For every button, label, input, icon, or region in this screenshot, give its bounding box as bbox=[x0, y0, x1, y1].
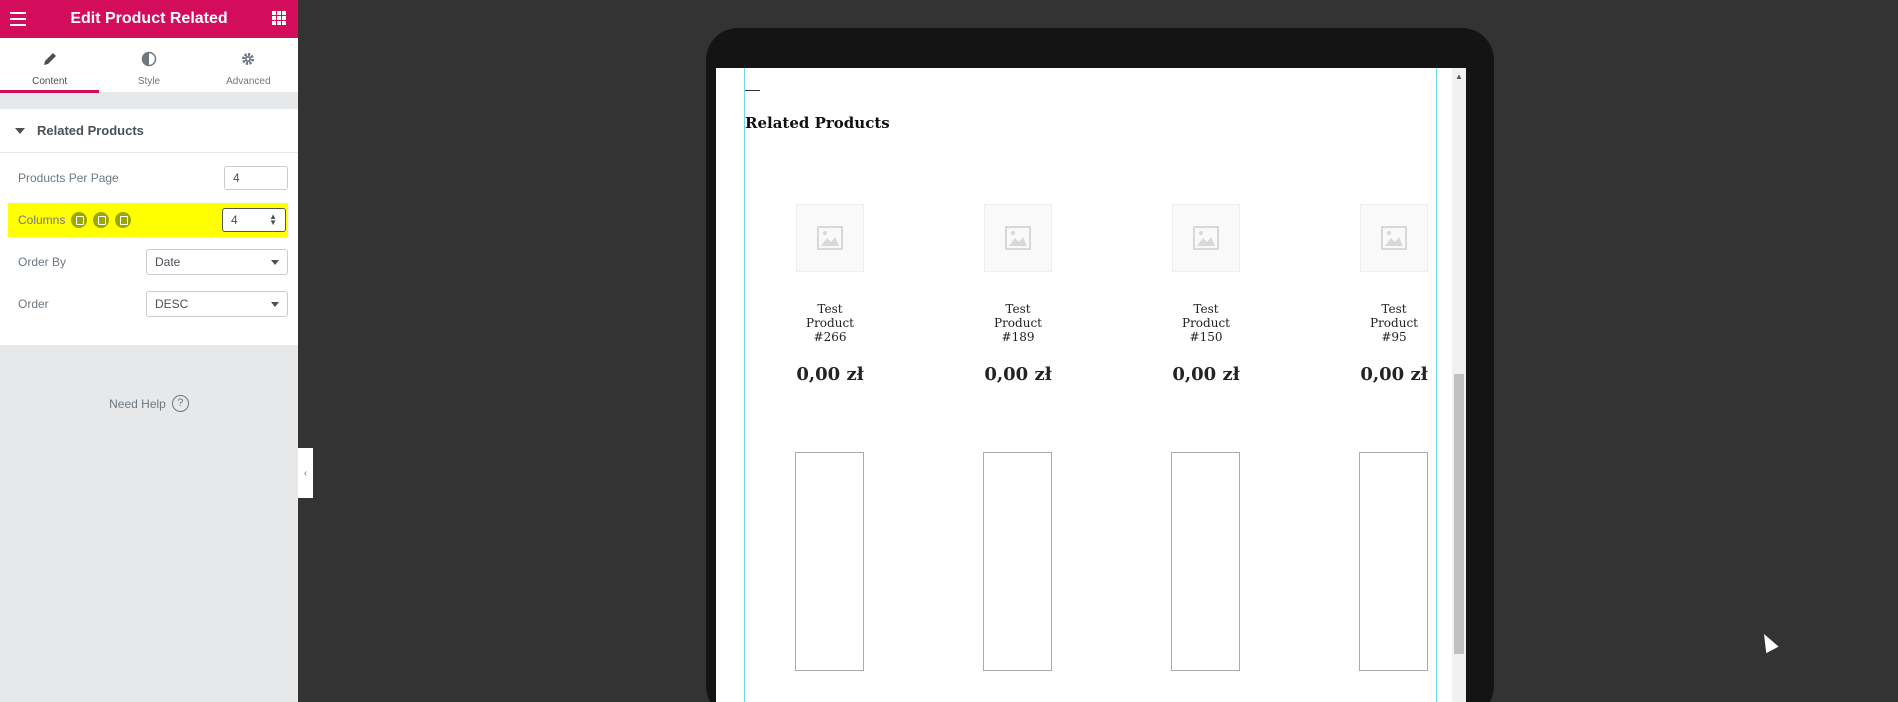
related-products-section: Related Products Products Per Page 4 Col… bbox=[0, 109, 298, 345]
product-related-widget[interactable]: Related Products Test Product #266 0,00 … bbox=[744, 68, 1437, 702]
need-help-link[interactable]: Need Help ? bbox=[0, 395, 298, 412]
product-image bbox=[796, 204, 864, 272]
need-help-label: Need Help bbox=[109, 396, 166, 411]
image-placeholder-icon bbox=[817, 226, 843, 250]
products-per-page-control: Products Per Page 4 bbox=[8, 161, 288, 195]
contrast-icon bbox=[141, 51, 157, 67]
image-placeholder-icon bbox=[1005, 226, 1031, 250]
order-label: Order bbox=[18, 297, 49, 311]
product-price: 0,00 zł bbox=[796, 364, 864, 385]
order-by-label: Order By bbox=[18, 255, 67, 269]
add-to-cart-placeholder bbox=[1171, 452, 1240, 671]
mobile-device-icon[interactable] bbox=[115, 212, 132, 228]
tab-label: Advanced bbox=[226, 76, 271, 87]
scroll-up-arrow-icon[interactable]: ▲ bbox=[1455, 72, 1463, 81]
order-by-value: Date bbox=[155, 255, 181, 269]
hamburger-menu-icon[interactable] bbox=[10, 12, 26, 26]
product-price: 0,00 zł bbox=[1172, 364, 1240, 385]
columns-input[interactable]: 4 ▲ ▼ bbox=[222, 208, 286, 232]
help-circle-icon: ? bbox=[171, 395, 189, 412]
order-value: DESC bbox=[155, 297, 189, 311]
dropdown-arrow-icon bbox=[271, 301, 279, 307]
order-by-control: Order By Date bbox=[8, 245, 288, 279]
panel-collapse-handle[interactable]: ‹ bbox=[298, 448, 313, 498]
heading-divider bbox=[745, 90, 760, 91]
product-card[interactable]: Test Product #95 0,00 zł bbox=[1359, 204, 1429, 385]
tab-label: Content bbox=[32, 76, 68, 87]
tab-advanced[interactable]: Advanced bbox=[199, 38, 298, 92]
order-select[interactable]: DESC bbox=[146, 291, 288, 317]
add-to-cart-placeholder bbox=[983, 452, 1052, 671]
preview-screen: Related Products Test Product #266 0,00 … bbox=[716, 68, 1466, 702]
order-by-select[interactable]: Date bbox=[146, 249, 288, 275]
mouse-cursor-icon bbox=[1757, 630, 1779, 654]
product-card[interactable]: Test Product #189 0,00 zł bbox=[983, 204, 1053, 385]
columns-label: Columns bbox=[18, 213, 66, 227]
gear-icon bbox=[242, 53, 255, 65]
product-image bbox=[984, 204, 1052, 272]
products-per-page-value: 4 bbox=[233, 171, 240, 185]
preview-scrollbar[interactable]: ▲ bbox=[1452, 68, 1466, 702]
scrollbar-thumb[interactable] bbox=[1454, 374, 1464, 654]
product-name: Test Product #150 bbox=[1182, 302, 1230, 344]
order-control: Order DESC bbox=[8, 287, 288, 321]
panel-tabs: Content Style Advanced bbox=[0, 38, 298, 93]
product-card[interactable]: Test Product #150 0,00 zł bbox=[1171, 204, 1241, 385]
panel-header: Edit Product Related bbox=[0, 0, 298, 38]
product-card[interactable]: Test Product #266 0,00 zł bbox=[795, 204, 865, 385]
product-name: Test Product #189 bbox=[994, 302, 1042, 344]
products-per-page-label: Products Per Page bbox=[18, 171, 119, 185]
related-products-heading: Related Products bbox=[745, 114, 890, 132]
tab-content[interactable]: Content bbox=[0, 38, 100, 93]
section-title: Related Products bbox=[37, 123, 144, 138]
spinner-arrows-icon[interactable]: ▲ ▼ bbox=[269, 213, 277, 227]
panel-title: Edit Product Related bbox=[70, 10, 228, 27]
tab-label: Style bbox=[137, 76, 161, 87]
products-per-page-input[interactable]: 4 bbox=[224, 166, 288, 190]
dropdown-arrow-icon bbox=[271, 259, 279, 265]
section-toggle[interactable]: Related Products bbox=[0, 109, 298, 153]
pencil-icon bbox=[43, 53, 56, 65]
caret-down-icon bbox=[15, 127, 25, 134]
tablet-preview-frame: Related Products Test Product #266 0,00 … bbox=[706, 28, 1494, 702]
desktop-device-icon[interactable] bbox=[71, 212, 88, 228]
product-price: 0,00 zł bbox=[1360, 364, 1428, 385]
tab-style[interactable]: Style bbox=[99, 38, 198, 92]
columns-control: Columns 4 ▲ ▼ bbox=[8, 203, 288, 237]
add-to-cart-placeholder bbox=[795, 452, 864, 671]
editor-panel: Edit Product Related Content Style Advan… bbox=[0, 0, 298, 702]
product-image bbox=[1360, 204, 1428, 272]
image-placeholder-icon bbox=[1193, 226, 1219, 250]
product-price: 0,00 zł bbox=[984, 364, 1052, 385]
add-to-cart-placeholder bbox=[1359, 452, 1428, 671]
product-name: Test Product #266 bbox=[806, 302, 854, 344]
widgets-grid-icon[interactable] bbox=[272, 11, 286, 25]
tablet-device-icon[interactable] bbox=[93, 212, 110, 228]
image-placeholder-icon bbox=[1381, 226, 1407, 250]
product-name: Test Product #95 bbox=[1370, 302, 1418, 344]
product-image bbox=[1172, 204, 1240, 272]
chevron-left-icon: ‹ bbox=[303, 467, 308, 479]
columns-value: 4 bbox=[231, 213, 238, 227]
